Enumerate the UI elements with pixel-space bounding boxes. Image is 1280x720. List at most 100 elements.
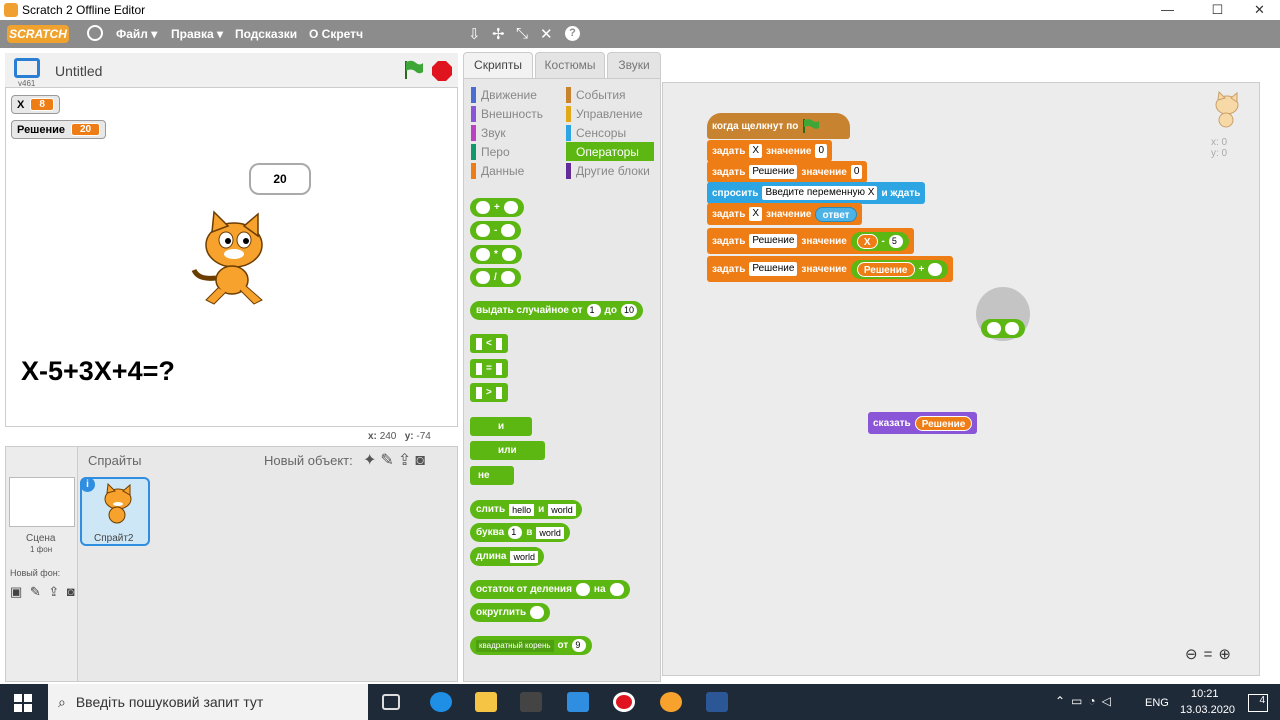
tab-scripts[interactable]: Скрипты — [463, 52, 533, 78]
when-flag-hat[interactable]: когда щелкнут по — [707, 113, 850, 139]
edge-icon[interactable] — [430, 692, 452, 712]
menu-file[interactable]: Файл ▾ — [116, 27, 157, 41]
cat-data[interactable]: Данные — [471, 161, 543, 180]
scripts-area[interactable]: когда щелкнут по задать Xзначение 0 задать… — [662, 82, 1260, 676]
answer-reporter[interactable]: ответ — [815, 206, 857, 222]
op-less[interactable]: < — [470, 334, 508, 353]
task-view-icon[interactable] — [382, 694, 400, 710]
cat-color — [471, 143, 476, 160]
scratch-taskbar-icon[interactable] — [660, 692, 682, 712]
globe-icon[interactable] — [87, 25, 103, 41]
op-multiply[interactable]: * — [470, 245, 522, 264]
grow-icon[interactable]: ⤡ — [516, 25, 528, 42]
mail-icon[interactable] — [567, 692, 589, 712]
var-reporter[interactable]: Решение — [914, 415, 973, 431]
new-sprite-tools[interactable]: ✦✎⇪◙ — [363, 450, 429, 470]
cat-label: Другие блоки — [576, 163, 650, 178]
ask-input[interactable]: Введите переменную X — [762, 186, 878, 200]
op-subtract[interactable]: - — [470, 221, 522, 240]
maximize-button[interactable]: ☐ — [1195, 0, 1240, 20]
fullscreen-icon[interactable] — [14, 58, 40, 78]
ask-block[interactable]: спросить Введите переменную Xи ждать — [707, 182, 926, 204]
cat-label: Движение — [481, 87, 537, 102]
menu-edit[interactable]: Правка ▾ — [171, 27, 223, 41]
cat-pen[interactable]: Перо — [471, 142, 543, 161]
backdrop-tools[interactable]: ▣ ✎ ⇪ ◙ — [10, 584, 77, 600]
duplicate-icon[interactable]: ⇩ — [468, 25, 481, 43]
say-block[interactable]: сказать Решение — [868, 412, 978, 434]
value-input[interactable]: 0 — [850, 165, 863, 179]
op-and[interactable]: и — [470, 417, 533, 436]
op-greater[interactable]: > — [470, 383, 508, 402]
value-input[interactable]: 0 — [815, 144, 828, 158]
store-icon[interactable] — [520, 692, 542, 712]
clock-time[interactable]: 10:21 — [1191, 688, 1219, 700]
op-random[interactable]: выдать случайное от 1 до 10 — [470, 301, 644, 320]
cat-sensing[interactable]: Сенсоры — [566, 123, 654, 142]
stage[interactable]: X8 Решение 20 20 X-5+3X+4=? — [5, 87, 458, 427]
op-divide[interactable]: / — [470, 268, 521, 287]
info-icon[interactable]: i — [80, 477, 95, 492]
tab-sounds[interactable]: Звуки — [607, 52, 661, 78]
var-dropdown[interactable]: X — [749, 207, 763, 221]
windows-start-icon[interactable] — [14, 694, 32, 712]
set-x-answer-block[interactable]: задать Xзначение ответ — [707, 203, 862, 225]
op-mod[interactable]: остаток от деления на — [470, 580, 630, 599]
cat-label: Звук — [481, 125, 506, 140]
cat-control[interactable]: Управление — [566, 104, 654, 123]
op-not[interactable]: не — [470, 466, 514, 485]
language-indicator[interactable]: ENG — [1145, 697, 1169, 709]
monitor-reshenie[interactable]: Решение 20 — [11, 120, 107, 139]
op-round[interactable]: округлить — [470, 603, 551, 622]
menu-tips[interactable]: Подсказки — [235, 27, 297, 41]
var-dropdown[interactable]: Решение — [749, 234, 798, 248]
op-sqrt[interactable]: квадратный корень от 9 — [470, 636, 593, 655]
floating-operator[interactable] — [981, 319, 1025, 338]
stage-thumbnail[interactable] — [9, 477, 75, 527]
cat-looks[interactable]: Внешность — [471, 104, 543, 123]
clock-date[interactable]: 13.03.2020 — [1180, 704, 1235, 716]
op-length[interactable]: длина world — [470, 547, 544, 566]
project-title[interactable]: Untitled — [55, 63, 102, 79]
zoom-controls[interactable]: ⊖=⊕ — [1185, 645, 1237, 663]
set-r-block[interactable]: задать Решение значение 0 — [707, 161, 868, 183]
cat-events[interactable]: События — [566, 85, 654, 104]
op-join[interactable]: слить hello и world — [470, 500, 582, 519]
plus-reporter[interactable]: Решение + — [850, 259, 949, 279]
cat-sprite[interactable] — [184, 210, 279, 310]
cat-operators[interactable]: Операторы — [566, 142, 654, 161]
var-dropdown[interactable]: Решение — [749, 262, 798, 276]
op-add[interactable]: + — [470, 198, 524, 217]
scratch-logo[interactable]: SCRATCH — [7, 25, 69, 43]
cat-sound[interactable]: Звук — [471, 123, 543, 142]
tab-costumes[interactable]: Костюмы — [535, 52, 605, 78]
var-dropdown[interactable]: Решение — [749, 165, 798, 179]
dropdown[interactable]: квадратный корень — [476, 639, 554, 652]
shrink-icon[interactable]: ✕ — [540, 25, 553, 43]
monitor-x[interactable]: X8 — [11, 95, 60, 114]
help-icon[interactable]: ? — [565, 26, 580, 41]
minus-reporter[interactable]: X-5 — [850, 231, 909, 251]
word-icon[interactable] — [706, 692, 728, 712]
op-letter[interactable]: буква 1 в world — [470, 523, 570, 542]
cut-icon[interactable]: ✢ — [492, 25, 505, 43]
tray-icons[interactable]: ⌃▭◔◁ — [1055, 694, 1117, 708]
explorer-icon[interactable] — [475, 692, 497, 712]
notification-icon[interactable]: 4 — [1248, 694, 1268, 712]
minimize-button[interactable]: — — [1145, 0, 1190, 20]
stop-icon[interactable] — [431, 60, 453, 82]
set-r-minus-block[interactable]: задать Решение значение X -5 — [707, 228, 914, 254]
var-dropdown[interactable]: X — [749, 144, 763, 158]
op-or[interactable]: или — [470, 441, 545, 460]
op-equal[interactable]: = — [470, 359, 508, 378]
recorder-icon[interactable] — [613, 692, 635, 712]
close-button[interactable]: ✕ — [1237, 0, 1280, 20]
sprite-thumbnail[interactable]: i Спрайт2 — [80, 477, 150, 546]
cat-motion[interactable]: Движение — [471, 85, 543, 104]
green-flag-icon[interactable] — [402, 59, 424, 81]
menu-about[interactable]: О Скретч — [309, 27, 363, 41]
taskbar-search[interactable]: ⌕ Введіть пошуковий запит тут — [48, 684, 368, 720]
set-r-plus-block[interactable]: задать Решение значение Решение + — [707, 256, 954, 282]
set-x-block[interactable]: задать Xзначение 0 — [707, 140, 833, 162]
cat-more[interactable]: Другие блоки — [566, 161, 654, 180]
